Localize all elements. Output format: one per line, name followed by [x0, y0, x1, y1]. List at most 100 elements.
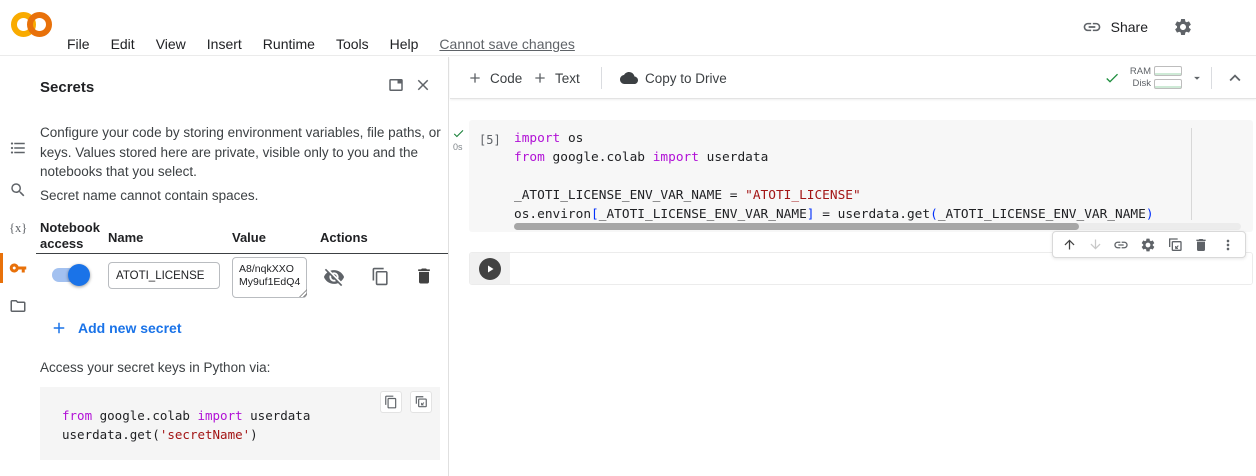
add-new-secret-button[interactable]: Add new secret: [50, 319, 181, 337]
menu-runtime[interactable]: Runtime: [263, 36, 315, 52]
add-text-cell-button[interactable]: Text: [532, 57, 580, 99]
menu-file[interactable]: File: [67, 36, 90, 52]
cell-executed-check-icon: [452, 127, 465, 140]
move-cell-down-button[interactable]: [1088, 237, 1103, 252]
copy-cell-link-button[interactable]: [1113, 237, 1129, 253]
hide-value-button[interactable]: [323, 266, 345, 288]
column-header-access: Notebook access: [40, 220, 104, 252]
plus-icon: [467, 70, 483, 86]
copy-snippet-button[interactable]: [380, 391, 402, 413]
add-code-label: Code: [490, 71, 522, 86]
sidebar-icon-rail: {x}: [0, 57, 36, 476]
resources-dropdown-button[interactable]: [1190, 71, 1204, 85]
share-label: Share: [1111, 19, 1148, 35]
copy-tab-icon: [1167, 237, 1183, 253]
menu-help[interactable]: Help: [390, 36, 419, 52]
secret-value-input[interactable]: A8/nqkXXO My9uf1EdQ4: [232, 257, 307, 298]
add-code-cell-button[interactable]: Code: [467, 57, 522, 99]
editor-ruler: [1191, 128, 1192, 220]
open-in-tab-button[interactable]: [387, 76, 405, 94]
notebook-toolbar: Code Text Copy to Drive RAM Disk: [450, 57, 1256, 99]
code-editor[interactable]: import osfrom google.colab import userda…: [514, 131, 1154, 226]
rail-item-files[interactable]: [9, 297, 27, 315]
execution-count[interactable]: [5]: [479, 133, 501, 147]
link-icon: [1113, 237, 1129, 253]
rail-active-indicator: [0, 253, 3, 283]
copy-icon: [384, 395, 398, 409]
add-new-secret-label: Add new secret: [78, 320, 181, 336]
menu-tools[interactable]: Tools: [336, 36, 369, 52]
trash-icon: [1193, 237, 1209, 253]
share-button[interactable]: Share: [1082, 17, 1148, 37]
collapse-sections-button[interactable]: [1224, 67, 1246, 89]
resource-gauges: [1154, 66, 1182, 92]
ram-label: RAM: [1130, 66, 1151, 78]
snippet-code: from google.colab import userdatauserdat…: [62, 407, 310, 445]
mirror-cell-button[interactable]: [1167, 237, 1183, 253]
panel-description: Configure your code by storing environme…: [40, 123, 444, 182]
disk-label: Disk: [1130, 78, 1151, 90]
folder-icon: [9, 297, 27, 315]
notebook-pane: Code Text Copy to Drive RAM Disk: [450, 57, 1256, 476]
close-icon: [414, 76, 432, 94]
rail-item-variables[interactable]: {x}: [9, 221, 27, 239]
rail-item-search[interactable]: [9, 181, 27, 199]
snippet-box: from google.colab import userdatauserdat…: [40, 387, 440, 460]
secret-name-input[interactable]: [108, 262, 220, 289]
save-status-link[interactable]: Cannot save changes: [439, 36, 574, 52]
insert-snippet-button[interactable]: [410, 391, 432, 413]
settings-button[interactable]: [1173, 17, 1193, 37]
drive-cloud-icon: [620, 69, 638, 87]
toggle-knob: [68, 264, 90, 286]
column-header-name: Name: [108, 230, 143, 245]
arrow-down-icon: [1088, 237, 1103, 252]
cell-toolbar: [1052, 231, 1246, 258]
resource-labels: RAM Disk: [1130, 66, 1151, 90]
more-cell-actions-button[interactable]: [1220, 237, 1236, 253]
copy-to-drive-label: Copy to Drive: [645, 71, 727, 86]
search-icon: [9, 181, 27, 199]
eye-off-icon: [323, 266, 345, 288]
delete-cell-button[interactable]: [1193, 237, 1209, 253]
secrets-panel: Secrets Configure your code by storing e…: [36, 57, 449, 476]
menu-insert[interactable]: Insert: [207, 36, 242, 52]
play-icon: [484, 263, 496, 275]
column-header-value: Value: [232, 230, 266, 245]
panel-note: Secret name cannot contain spaces.: [40, 188, 258, 203]
plus-icon: [50, 319, 68, 337]
caret-down-icon: [1190, 71, 1204, 85]
delete-secret-button[interactable]: [414, 266, 434, 286]
trash-icon: [414, 266, 434, 286]
move-cell-up-button[interactable]: [1062, 237, 1077, 252]
copy-to-drive-button[interactable]: Copy to Drive: [620, 57, 727, 99]
code-cell[interactable]: [5] import osfrom google.colab import us…: [469, 120, 1253, 232]
horizontal-scrollbar[interactable]: [514, 223, 1241, 230]
more-vert-icon: [1220, 237, 1236, 253]
table-of-contents-icon: [9, 139, 27, 157]
insert-code-icon: [414, 395, 428, 409]
close-panel-button[interactable]: [414, 76, 432, 94]
usage-label: Access your secret keys in Python via:: [40, 360, 270, 375]
add-text-label: Text: [555, 71, 580, 86]
colab-logo-ring-right: [27, 12, 52, 37]
link-icon: [1082, 17, 1102, 37]
menu-view[interactable]: View: [156, 36, 186, 52]
rail-item-secrets[interactable]: [9, 259, 27, 277]
table-header-divider: [36, 253, 448, 254]
column-header-actions: Actions: [320, 230, 368, 245]
open-in-tab-icon: [387, 76, 405, 94]
panel-title: Secrets: [40, 79, 94, 96]
cell-settings-button[interactable]: [1140, 237, 1156, 253]
notebook-access-toggle[interactable]: [52, 268, 88, 282]
colab-logo[interactable]: [11, 12, 55, 37]
copy-secret-button[interactable]: [371, 267, 390, 286]
connected-check-icon: [1104, 70, 1120, 86]
menu-edit[interactable]: Edit: [111, 36, 135, 52]
variables-icon: {x}: [9, 221, 27, 235]
toolbar-divider: [1211, 67, 1212, 89]
rail-item-toc[interactable]: [9, 139, 27, 157]
run-cell-button[interactable]: [479, 258, 501, 280]
scrollbar-thumb[interactable]: [514, 223, 1079, 230]
plus-icon: [532, 70, 548, 86]
cell-execution-time: 0s: [453, 142, 463, 152]
